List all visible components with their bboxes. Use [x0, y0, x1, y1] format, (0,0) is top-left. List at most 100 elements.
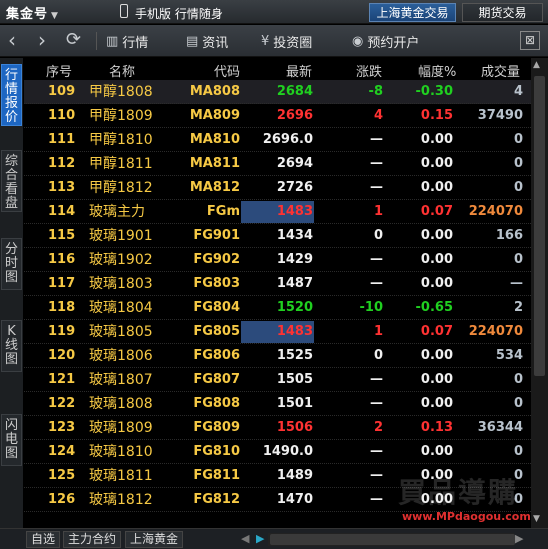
cell-change: 0 [373, 228, 383, 243]
header-change[interactable]: 涨跌 [356, 61, 382, 80]
scroll-right-icon[interactable]: ▶ [256, 532, 264, 545]
cell-change: 4 [373, 108, 383, 123]
table-row[interactable]: 122 玻璃1808 FG808 1501 — 0.00 0 [24, 392, 531, 416]
side-tab-kline[interactable]: K线图 [1, 320, 22, 372]
header-name[interactable]: 名称 [109, 61, 135, 80]
cell-volume: 0 [513, 492, 523, 507]
bottom-tab-main-contracts[interactable]: 主力合约 [63, 531, 122, 548]
cell-change-pct: 0.07 [420, 204, 453, 219]
cell-code: FG806 [193, 348, 240, 363]
cell-change-pct: 0.00 [420, 468, 453, 483]
cell-code: MA812 [189, 180, 240, 195]
refresh-icon[interactable]: ⟳ [66, 29, 81, 51]
scroll-left-icon[interactable]: ◀ [241, 532, 249, 545]
table-row[interactable]: 121 玻璃1807 FG807 1505 — 0.00 0 [24, 368, 531, 392]
cell-code: FG805 [193, 324, 240, 339]
cell-volume: 224070 [468, 324, 523, 339]
cell-last: 1483 [276, 324, 313, 339]
cell-change-pct: 0.00 [420, 372, 453, 387]
side-tab-intraday[interactable]: 分时图 [1, 238, 22, 290]
cell-change-pct: 0.00 [420, 444, 453, 459]
mobile-version-link[interactable]: 手机版 行情随身 [135, 5, 223, 22]
table-row[interactable]: 110 甲醇1809 MA809 2696 4 0.15 37490 [24, 104, 531, 128]
app-logo[interactable]: 集金号 ▼ [6, 3, 59, 22]
back-arrow-icon[interactable]: ‹ [8, 29, 16, 51]
side-tab-flash[interactable]: 闪电图 [1, 414, 22, 466]
header-index[interactable]: 序号 [46, 61, 72, 80]
nav-item-open-account[interactable]: ◉ 预约开户 [352, 32, 419, 51]
header-change-pct[interactable]: 幅度% [418, 61, 456, 80]
cell-change-pct: 0.00 [420, 492, 453, 507]
vertical-scrollbar[interactable]: ▲ ▼ [531, 58, 548, 528]
bottom-tab-shanghai-gold[interactable]: 上海黄金 [125, 531, 184, 548]
table-row[interactable]: 111 甲醇1810 MA810 2696.0 — 0.00 0 [24, 128, 531, 152]
table-row[interactable]: 119 玻璃1805 FG805 1483 1 0.07 224070 [24, 320, 531, 344]
cell-index: 114 [48, 204, 76, 219]
scroll-end-icon[interactable]: ▶ [515, 532, 523, 545]
table-row[interactable]: 112 甲醇1811 MA811 2694 — 0.00 0 [24, 152, 531, 176]
cell-volume: 37490 [477, 108, 523, 123]
table-row[interactable]: 113 甲醇1812 MA812 2726 — 0.00 0 [24, 176, 531, 200]
cell-change-pct: 0.00 [420, 348, 453, 363]
table-row[interactable]: 115 玻璃1901 FG901 1434 0 0.00 166 [24, 224, 531, 248]
cell-volume: 0 [513, 180, 523, 195]
table-row[interactable]: 118 玻璃1804 FG804 1520 -10 -0.65 2 [24, 296, 531, 320]
table-row[interactable]: 125 玻璃1811 FG811 1489 — 0.00 0 [24, 464, 531, 488]
nav-item-quotes[interactable]: ▥ 行情 [106, 32, 148, 51]
cell-last: 1520 [276, 300, 313, 315]
nav-item-community[interactable]: ¥ 投资圈 [261, 32, 312, 51]
cell-code: FG809 [193, 420, 240, 435]
cell-index: 124 [48, 444, 76, 459]
cell-change-pct: 0.00 [420, 156, 453, 171]
tab-futures-trading[interactable]: 期货交易 [462, 3, 543, 22]
cell-volume: 0 [513, 156, 523, 171]
fullscreen-icon[interactable]: ⊠ [520, 31, 540, 50]
cell-code: FG804 [193, 300, 240, 315]
mobile-phone-icon[interactable] [120, 4, 128, 18]
bottom-tab-watchlist[interactable]: 自选 [26, 531, 61, 548]
forward-arrow-icon[interactable]: › [38, 29, 46, 51]
account-icon: ◉ [352, 33, 364, 49]
nav-item-news[interactable]: ▤ 资讯 [186, 32, 228, 51]
cell-index: 123 [48, 420, 76, 435]
table-row[interactable]: 120 玻璃1806 FG806 1525 0 0.00 534 [24, 344, 531, 368]
cell-code: FG902 [193, 252, 240, 267]
scroll-thumb[interactable] [534, 76, 545, 376]
cell-change: -8 [368, 84, 383, 99]
cell-index: 111 [48, 132, 76, 147]
header-code[interactable]: 代码 [214, 61, 240, 80]
cell-name: 玻璃1810 [89, 444, 153, 460]
cell-code: MA811 [189, 156, 240, 171]
header-volume[interactable]: 成交量 [481, 61, 520, 80]
cell-change: — [370, 252, 383, 267]
cell-change: — [370, 156, 383, 171]
table-row[interactable]: 116 玻璃1902 FG902 1429 — 0.00 0 [24, 248, 531, 272]
cell-index: 109 [48, 84, 76, 99]
tab-shanghai-gold-trading[interactable]: 上海黄金交易 [369, 3, 456, 22]
chevron-down-icon[interactable]: ▼ [51, 11, 59, 21]
table-row[interactable]: 109 甲醇1808 MA808 2684 -8 -0.30 4 [24, 80, 531, 104]
table-row[interactable]: 117 玻璃1803 FG803 1487 — 0.00 — [24, 272, 531, 296]
cell-last: 1501 [276, 396, 313, 411]
header-last[interactable]: 最新 [286, 61, 312, 80]
scroll-down-icon[interactable]: ▼ [533, 514, 540, 524]
cell-last: 1429 [276, 252, 313, 267]
table-row[interactable]: 114 玻璃主力 FGm 1483 1 0.07 224070 [24, 200, 531, 224]
horizontal-scroll-thumb[interactable] [270, 534, 515, 545]
cell-change: 1 [373, 204, 383, 219]
cell-volume: 224070 [468, 204, 523, 219]
side-tab-overview[interactable]: 综合看盘 [1, 150, 22, 212]
quote-table: 序号 名称 代码 最新 涨跌 幅度% 成交量 109 甲醇1808 MA808 268… [24, 58, 531, 528]
cell-last: 2726 [276, 180, 313, 195]
cell-index: 125 [48, 468, 76, 483]
cell-code: MA809 [189, 108, 240, 123]
cell-code: FG810 [193, 444, 240, 459]
cell-name: 玻璃1807 [89, 372, 153, 388]
table-row[interactable]: 123 玻璃1809 FG809 1506 2 0.13 36344 [24, 416, 531, 440]
table-row[interactable]: 124 玻璃1810 FG810 1490.0 — 0.00 0 [24, 440, 531, 464]
scroll-up-icon[interactable]: ▲ [533, 60, 540, 70]
cell-name: 玻璃1811 [89, 468, 153, 484]
side-tab-quotes[interactable]: 行情报价 [1, 64, 22, 126]
table-row[interactable]: 126 玻璃1812 FG812 1470 — 0.00 0 [24, 488, 531, 512]
nav-bar: ‹ › ⟳ ▥ 行情 ▤ 资讯 ¥ 投资圈 ◉ 预约开户 ⊠ [0, 25, 548, 57]
